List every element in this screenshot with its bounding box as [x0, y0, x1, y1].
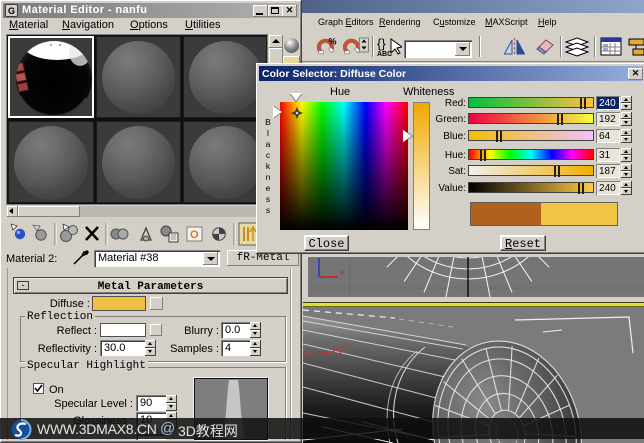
svg-text:x: x	[338, 347, 343, 357]
svg-text:x: x	[340, 268, 344, 277]
svg-text:O: O	[190, 229, 199, 241]
svg-text:%: %	[329, 37, 337, 47]
svg-text:{}: {}	[377, 36, 386, 51]
svg-text:ABC: ABC	[377, 51, 392, 58]
